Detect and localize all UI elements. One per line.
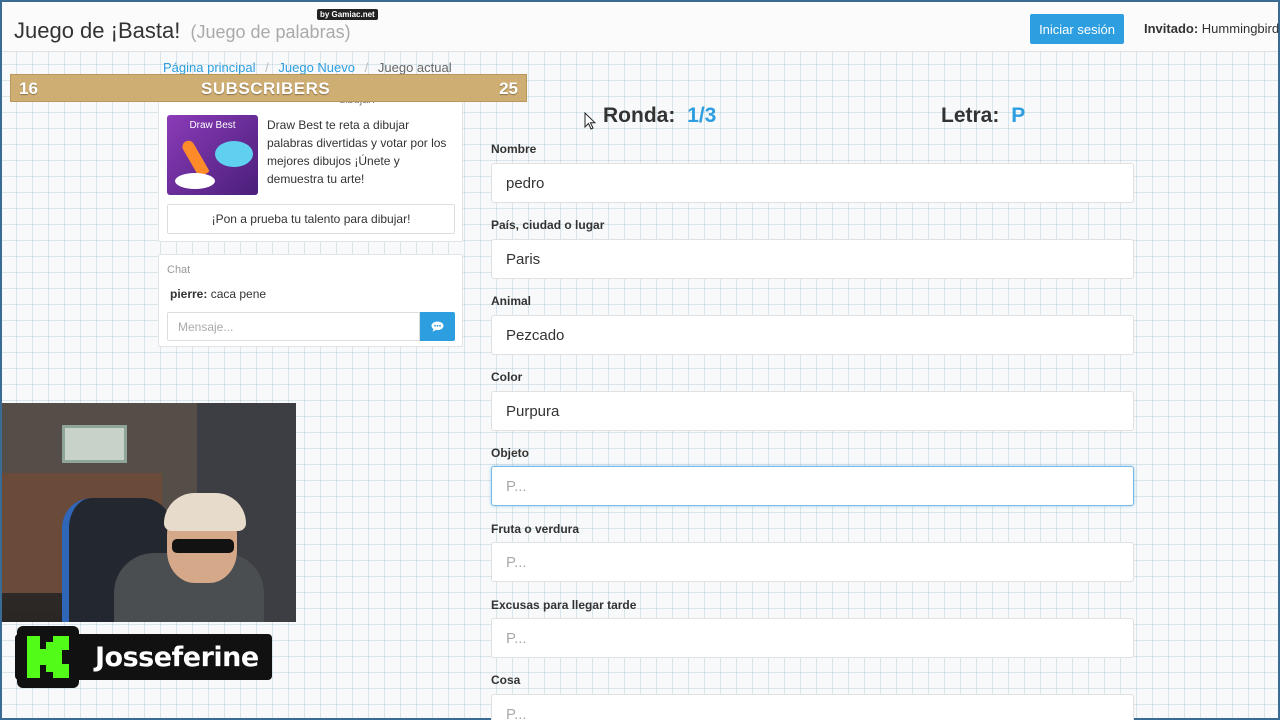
field-label-animal: Animal	[491, 294, 532, 308]
round-value: 1/3	[687, 104, 717, 127]
top-navbar: Juego de ¡Basta! (Juego de palabras) by …	[2, 2, 1279, 52]
kick-logo-icon	[17, 626, 79, 688]
field-label-objeto: Objeto	[491, 446, 529, 460]
subscribers-count-left: 16	[19, 79, 38, 98]
guest-prefix: Invitado:	[1144, 21, 1199, 36]
letter-label: Letra:	[941, 104, 1000, 127]
breadcrumb-current: Juego actual	[377, 60, 452, 75]
field-label-fruta: Fruta o verdura	[491, 522, 580, 536]
ad-image-title: Draw Best	[189, 120, 236, 131]
webcam-person-sunglasses	[172, 539, 234, 553]
round-indicator: Ronda: 1/3	[603, 104, 716, 128]
field-label-pais: País, ciudad o lugar	[491, 218, 605, 232]
breadcrumb: Página principal / Juego Nuevo / Juego a…	[163, 60, 452, 75]
field-input-fruta[interactable]	[491, 542, 1134, 582]
field-input-pais[interactable]	[491, 239, 1134, 279]
app-title[interactable]: Juego de ¡Basta! (Juego de palabras)	[14, 18, 351, 44]
ad-description: Draw Best te reta a dibujar palabras div…	[267, 118, 447, 186]
app-subtitle: (Juego de palabras)	[190, 22, 351, 42]
chat-title: Chat	[167, 264, 191, 276]
subscribers-label: SUBSCRIBERS	[201, 79, 331, 98]
field-label-excusas: Excusas para llegar tarde	[491, 598, 637, 612]
by-badge: by Gamiac.net	[317, 9, 378, 20]
breadcrumb-home-link[interactable]: Página principal	[163, 60, 256, 75]
webcam-exit-sign	[62, 425, 127, 463]
field-label-nombre: Nombre	[491, 142, 537, 156]
smoke-shape	[175, 173, 215, 189]
app-title-text: Juego de ¡Basta!	[14, 18, 181, 43]
field-label-cosa: Cosa	[491, 673, 521, 687]
chat-message-text: caca pene	[210, 287, 267, 301]
ad-panel: dibujar! Draw Best Draw Best te reta a d…	[158, 84, 463, 242]
field-input-cosa[interactable]	[491, 694, 1134, 720]
speech-bubble-icon	[431, 321, 444, 332]
subscribers-banner: 16 SUBSCRIBERS 25	[10, 74, 527, 102]
breadcrumb-separator: /	[265, 60, 269, 75]
login-button[interactable]: Iniciar sesión	[1030, 14, 1124, 44]
chat-message-input[interactable]	[167, 312, 420, 341]
breadcrumb-separator: /	[364, 60, 369, 75]
field-input-nombre[interactable]	[491, 163, 1134, 203]
draw-challenge-button[interactable]: ¡Pon a prueba tu talento para dibujar!	[167, 204, 455, 234]
field-label-color: Color	[491, 370, 523, 384]
breadcrumb-new-game-link[interactable]: Juego Nuevo	[278, 60, 355, 75]
field-input-objeto[interactable]	[491, 466, 1134, 506]
subscribers-count-right: 25	[499, 79, 518, 98]
mouse-cursor-icon	[584, 112, 596, 130]
field-input-color[interactable]	[491, 391, 1134, 431]
webcam-overlay	[2, 403, 296, 622]
field-input-animal[interactable]	[491, 315, 1134, 355]
guest-name: Hummingbird	[1201, 21, 1280, 36]
letter-indicator: Letra: P	[941, 104, 1025, 128]
chat-send-button[interactable]	[420, 312, 455, 341]
cloud-shape	[215, 141, 253, 167]
pencil-rocket-icon	[180, 138, 210, 178]
chat-message: pierre: caca pene	[170, 287, 266, 301]
chat-panel: Chat pierre: caca pene	[158, 254, 463, 347]
round-label: Ronda:	[603, 104, 676, 127]
streamer-name-tag: Josseferine	[15, 626, 272, 688]
letter-value: P	[1011, 104, 1026, 127]
chat-message-user: pierre:	[170, 287, 208, 301]
guest-label: Invitado: Hummingbird	[1144, 21, 1279, 36]
kick-k-icon	[27, 636, 69, 678]
field-input-excusas[interactable]	[491, 618, 1134, 658]
draw-best-image[interactable]: Draw Best	[167, 115, 258, 195]
webcam-person-cap	[164, 493, 246, 531]
streamer-name: Josseferine	[95, 642, 259, 673]
